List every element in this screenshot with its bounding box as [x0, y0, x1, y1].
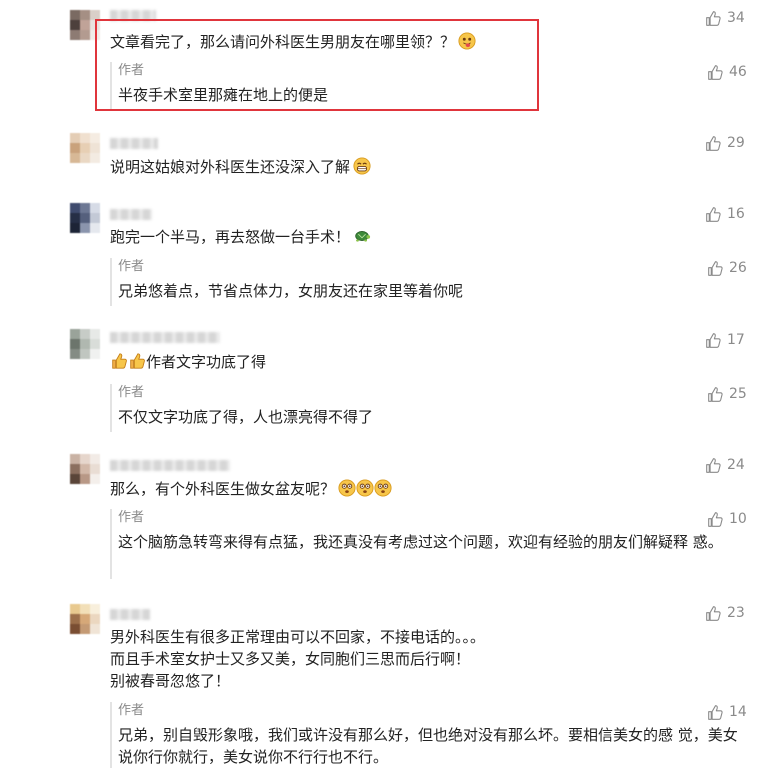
reply-author: 作者 — [118, 259, 145, 274]
comment-text: 男外科医生有很多正常理由可以不回家，不接电话的。。。 而且手术室女护士又多又美，… — [110, 628, 486, 690]
like-button[interactable]: 26 — [707, 258, 747, 278]
nickname — [110, 460, 230, 471]
thumbs-up-icon — [708, 260, 723, 276]
like-count: 16 — [727, 206, 745, 222]
like-button[interactable]: 16 — [705, 204, 745, 224]
like-count: 34 — [727, 10, 745, 26]
thumbs-up-icon — [706, 457, 721, 473]
reply-text: 这个脑筋急转弯来得有点猛，我还真没有考虑过这个问题，欢迎有经验的朋友们解疑释 惑… — [118, 533, 723, 551]
nickname — [110, 209, 152, 220]
comment-text: 作者文字功底了得 — [110, 351, 740, 373]
like-button[interactable]: 34 — [705, 8, 745, 28]
reply-author: 作者 — [118, 385, 145, 400]
thumbs-up-emoji — [130, 353, 145, 369]
thumbs-up-icon — [706, 10, 721, 26]
avatar[interactable] — [70, 203, 100, 233]
like-count: 26 — [729, 260, 747, 276]
thumbs-up-icon — [708, 386, 723, 402]
reply-text: 不仅文字功底了得，人也漂亮得不得了 — [118, 408, 374, 426]
author-reply: 作者 兄弟悠着点，节省点体力，女朋友还在家里等着你呢 26 — [110, 258, 752, 306]
like-button[interactable]: 24 — [705, 455, 745, 475]
shocked-face-emoji — [374, 479, 392, 497]
like-button[interactable]: 10 — [707, 509, 747, 529]
avatar[interactable] — [70, 454, 100, 484]
comment-text: 那么，有个外科医生做女盆友呢？ — [110, 478, 740, 500]
thumbs-up-icon — [708, 64, 723, 80]
turtle-emoji — [355, 231, 371, 242]
comment-text: 说明这姑娘对外科医生还没深入了解 — [110, 156, 740, 178]
like-button[interactable]: 25 — [707, 384, 747, 404]
reply-text: 兄弟悠着点，节省点体力，女朋友还在家里等着你呢 — [118, 282, 464, 300]
thumbs-up-icon — [708, 704, 723, 720]
author-reply: 作者 不仅文字功底了得，人也漂亮得不得了 25 — [110, 384, 752, 432]
author-reply: 作者 兄弟，别自毁形象哦，我们或许没有那么好，但也绝对没有那么坏。要相信美女的感… — [110, 702, 752, 768]
like-count: 24 — [727, 457, 745, 473]
like-button[interactable]: 46 — [707, 62, 747, 82]
reply-author: 作者 — [118, 510, 145, 525]
like-count: 23 — [727, 605, 745, 621]
thumbs-up-emoji — [112, 353, 127, 369]
avatar[interactable] — [70, 604, 100, 634]
like-count: 14 — [729, 704, 747, 720]
grin-face-emoji — [353, 157, 371, 175]
like-button[interactable]: 14 — [707, 702, 747, 722]
like-button[interactable]: 17 — [705, 330, 745, 350]
like-count: 46 — [729, 64, 747, 80]
like-count: 10 — [729, 511, 747, 527]
like-count: 17 — [727, 332, 745, 348]
thumbs-up-icon — [706, 332, 721, 348]
like-count: 25 — [729, 386, 747, 402]
shocked-face-emoji — [338, 479, 356, 497]
avatar[interactable] — [70, 329, 100, 359]
like-count: 29 — [727, 135, 745, 151]
reply-author: 作者 — [118, 703, 145, 718]
thumbs-up-icon — [706, 206, 721, 222]
thumbs-up-icon — [706, 135, 721, 151]
like-button[interactable]: 23 — [705, 603, 745, 623]
nickname — [110, 332, 220, 343]
author-reply: 作者 这个脑筋急转弯来得有点猛，我还真没有考虑过这个问题，欢迎有经验的朋友们解疑… — [110, 509, 752, 579]
comment-text: 跑完一个半马，再去怒做一台手术！ — [110, 226, 740, 248]
thumbs-up-icon — [708, 511, 723, 527]
reply-text: 兄弟，别自毁形象哦，我们或许没有那么好，但也绝对没有那么坏。要相信美女的感 觉，… — [118, 726, 738, 766]
shocked-face-emoji — [356, 479, 374, 497]
nickname — [110, 609, 150, 620]
highlight-box — [95, 19, 539, 111]
like-button[interactable]: 29 — [705, 133, 745, 153]
nickname — [110, 138, 158, 149]
avatar[interactable] — [70, 133, 100, 163]
thumbs-up-icon — [706, 605, 721, 621]
